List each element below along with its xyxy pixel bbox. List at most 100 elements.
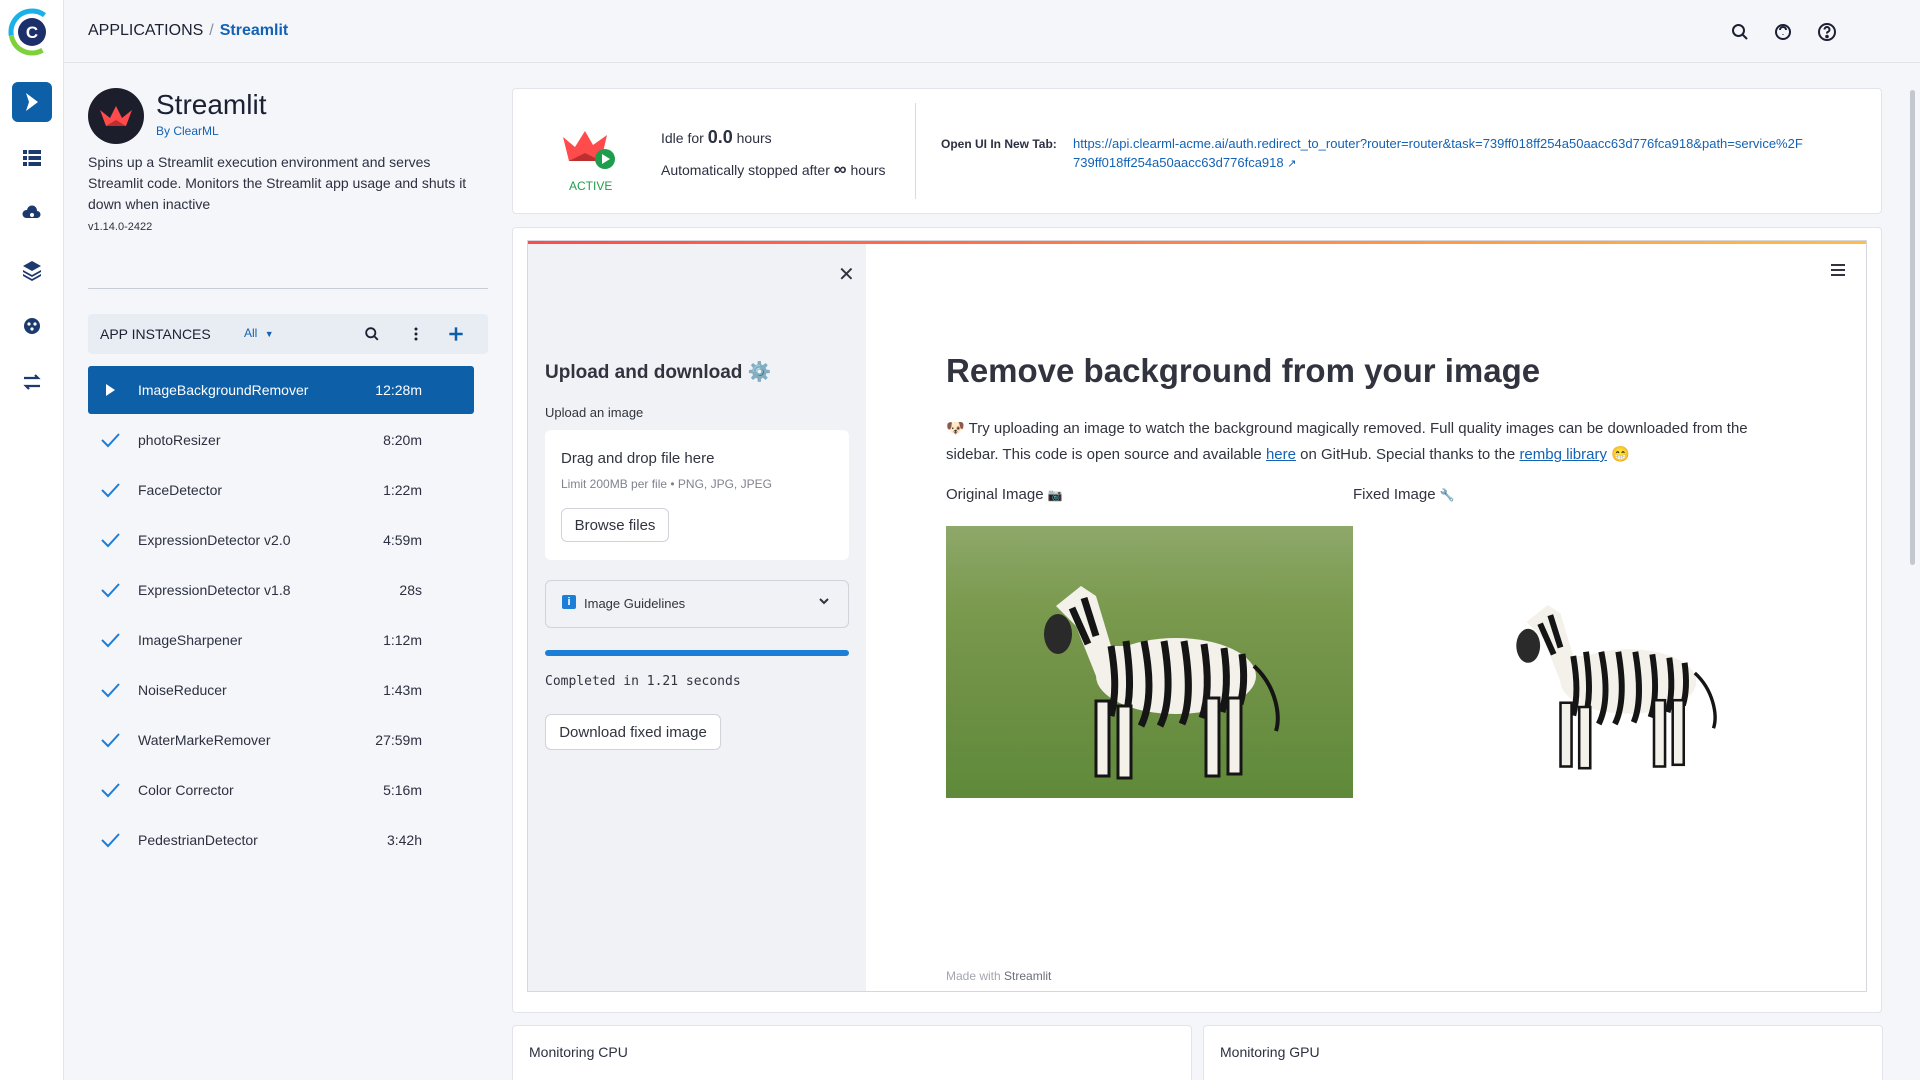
checkmark-icon — [100, 430, 120, 450]
instance-duration: 4:59m — [383, 532, 422, 548]
auto-stop-prefix: Automatically stopped after — [661, 162, 830, 178]
instance-name: ExpressionDetector v2.0 — [138, 532, 291, 548]
chevron-down-icon: ▼ — [264, 329, 274, 339]
open-ui-url-line1[interactable]: https://api.clearml-acme.ai/auth.redirec… — [1073, 134, 1873, 153]
instance-name: FaceDetector — [138, 482, 223, 498]
breadcrumb-root[interactable]: APPLICATIONS — [88, 22, 203, 39]
search-icon[interactable] — [1728, 20, 1752, 44]
original-image-text: Original Image — [946, 486, 1044, 503]
pipelines-icon[interactable] — [12, 250, 52, 290]
footer-brand[interactable]: Streamlit — [1004, 969, 1051, 983]
instance-duration: 28s — [399, 582, 422, 598]
open-ui-url-line2[interactable]: 739ff018ff254a50aacc63d776fca918 — [1073, 155, 1284, 170]
checkmark-icon — [100, 680, 120, 700]
checkmark-icon — [100, 830, 120, 850]
checkmark-icon — [100, 780, 120, 800]
support-icon[interactable] — [1771, 20, 1795, 44]
sidebar-heading: Upload and download ⚙️ — [545, 360, 771, 384]
instance-duration: 1:22m — [383, 482, 422, 498]
chevron-down-icon[interactable] — [816, 593, 832, 614]
instance-name: ImageSharpener — [138, 632, 243, 648]
search-icon[interactable] — [362, 324, 382, 344]
instance-row[interactable]: PedestrianDetector 3:42h — [88, 816, 474, 864]
workers-icon[interactable] — [12, 362, 52, 402]
instance-row[interactable]: ImageBackgroundRemover 12:28m — [88, 366, 474, 414]
open-ui-link[interactable]: https://api.clearml-acme.ai/auth.redirec… — [1073, 134, 1873, 174]
page-scrollbar[interactable] — [1910, 90, 1915, 565]
instance-name: Color Corrector — [138, 782, 234, 798]
streamlit-app-frame: ✕ Upload and download ⚙️ Upload an image… — [527, 240, 1867, 992]
instance-duration: 5:16m — [383, 782, 422, 798]
instance-row[interactable]: ExpressionDetector v1.8 28s — [88, 566, 474, 614]
checkmark-icon — [100, 730, 120, 750]
image-guidelines-expander[interactable]: i Image Guidelines — [545, 580, 849, 628]
made-with-footer: Made with Streamlit — [946, 969, 1051, 983]
instance-row[interactable]: FaceDetector 1:22m — [88, 466, 474, 514]
top-header: APPLICATIONS / Streamlit — [64, 0, 1920, 63]
external-link-icon[interactable]: ↗ — [1287, 158, 1296, 170]
app-version: v1.14.0-2422 — [88, 221, 153, 233]
app-description: Spins up a Streamlit execution environme… — [88, 154, 467, 212]
main-title: Remove background from your image — [946, 352, 1541, 389]
svg-text:C: C — [26, 23, 38, 42]
instance-name: WaterMarkeRemover — [138, 732, 271, 748]
idle-prefix: Idle for — [661, 130, 704, 146]
close-sidebar-icon[interactable]: ✕ — [838, 262, 855, 287]
file-uploader[interactable]: Drag and drop file here Limit 200MB per … — [545, 430, 849, 560]
vertical-divider — [915, 103, 916, 199]
instance-row[interactable]: NoiseReducer 1:43m — [88, 666, 474, 714]
zebra-illustration — [1044, 586, 1280, 780]
more-options-icon[interactable] — [406, 324, 426, 344]
instance-row[interactable]: ImageSharpener 1:12m — [88, 616, 474, 664]
github-link[interactable]: here — [1266, 446, 1296, 463]
left-navigation: C — [0, 0, 64, 1080]
instance-duration: 8:20m — [383, 432, 422, 448]
projects-icon[interactable] — [12, 138, 52, 178]
original-image-label: Original Image 📷 — [946, 486, 1063, 503]
instance-name: ExpressionDetector v1.8 — [138, 582, 291, 598]
monitoring-cpu-card: Monitoring CPU — [512, 1025, 1192, 1080]
image-guidelines-label: Image Guidelines — [584, 596, 686, 611]
app-name: Streamlit — [156, 89, 267, 120]
instance-row[interactable]: photoResizer 8:20m — [88, 416, 474, 464]
gear-icon: ⚙️ — [747, 362, 772, 383]
instance-row[interactable]: WaterMarkeRemover 27:59m — [88, 716, 474, 764]
wrench-icon: 🔧 — [1439, 488, 1455, 502]
app-author-link[interactable]: By ClearML — [156, 124, 219, 138]
hamburger-menu-icon[interactable] — [1828, 260, 1848, 280]
browse-files-button[interactable]: Browse files — [561, 508, 669, 542]
streamlit-main: Remove background from your image 🐶 Try … — [866, 244, 1866, 991]
intro-emoji: 🐶 — [946, 420, 965, 437]
progress-bar — [545, 650, 849, 656]
footer-prefix: Made with — [946, 969, 1001, 983]
rembg-link[interactable]: rembg library — [1519, 446, 1607, 463]
app-instances-header: APP INSTANCES All ▼ — [88, 314, 488, 354]
download-fixed-image-button[interactable]: Download fixed image — [545, 714, 721, 750]
clearml-logo[interactable]: C — [8, 8, 56, 56]
app-status-card: ACTIVE Idle for 0.0 hours Automatically … — [512, 88, 1882, 214]
instance-name: NoiseReducer — [138, 682, 227, 698]
add-instance-icon[interactable] — [446, 324, 466, 344]
intro-end-emoji: 😁 — [1606, 446, 1630, 463]
play-icon — [100, 380, 120, 400]
models-icon[interactable] — [12, 306, 52, 346]
active-status-icon — [561, 127, 617, 171]
upload-label: Upload an image — [545, 405, 644, 420]
checkmark-icon — [100, 630, 120, 650]
filter-value: All — [244, 326, 258, 340]
sidebar-heading-text: Upload and download — [545, 362, 743, 383]
instance-row[interactable]: ExpressionDetector v2.0 4:59m — [88, 516, 474, 564]
help-icon[interactable] — [1815, 20, 1839, 44]
applications-icon[interactable] — [12, 82, 52, 122]
original-zebra-image — [946, 526, 1356, 798]
streamlit-logo — [88, 88, 144, 144]
drop-text: Drag and drop file here — [561, 450, 715, 467]
instance-duration: 1:43m — [383, 682, 422, 698]
idle-value: 0.0 — [707, 127, 733, 147]
auto-stop-info: Automatically stopped after ∞ hours — [661, 159, 886, 180]
breadcrumb-current: Streamlit — [219, 22, 289, 39]
instance-name: photoResizer — [138, 432, 221, 448]
instances-filter-dropdown[interactable]: All ▼ — [244, 326, 274, 340]
instance-row[interactable]: Color Corrector 5:16m — [88, 766, 474, 814]
datasets-icon[interactable] — [12, 194, 52, 234]
